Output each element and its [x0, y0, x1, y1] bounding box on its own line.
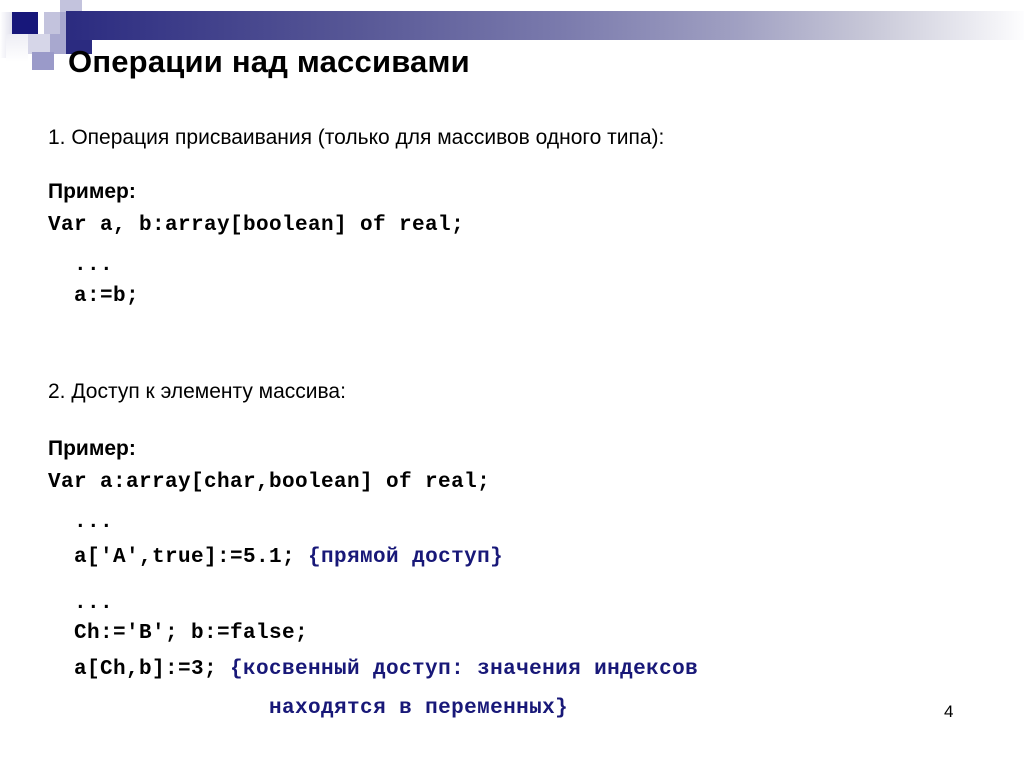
mosaic-square-navy	[12, 12, 38, 34]
section-1-example-label: Пример:	[48, 180, 136, 203]
section-2-comment-direct-access: {прямой доступ}	[308, 546, 504, 569]
section-2-code-line-1: Var a:array[char,boolean] of real;	[48, 471, 491, 494]
page-number: 4	[944, 702, 954, 721]
section-1-code-line-2: ...	[48, 254, 114, 277]
section-1-heading: 1. Операция присваивания (только для мас…	[48, 126, 665, 149]
section-2-code-line-6: a[Ch,b]:=3; {косвенный доступ: значения …	[48, 658, 698, 681]
section-2-code-line-5: Ch:='B'; b:=false;	[48, 622, 309, 645]
section-1-code-line-1: Var a, b:array[boolean] of real;	[48, 214, 465, 237]
section-2-comment-indirect-access-line-2-text: находятся в переменных}	[269, 697, 569, 720]
section-2-heading: 2. Доступ к элементу массива:	[48, 380, 346, 403]
section-2-code-statement-3: a['A',true]:=5.1;	[48, 546, 309, 569]
section-2-code-line-2: ...	[48, 511, 114, 534]
section-2-code-statement-6: a[Ch,b]:=3;	[48, 658, 231, 681]
mosaic-square-fade-lower	[6, 34, 28, 62]
header-gradient-bar	[66, 11, 1024, 40]
section-2-code-line-3: a['A',true]:=5.1; {прямой доступ}	[48, 546, 503, 569]
mosaic-square-mid-pale	[28, 34, 50, 54]
section-2-comment-indirect-access-line-2: находятся в переменных}	[48, 697, 568, 720]
section-2-code-line-4: ...	[48, 592, 114, 615]
section-2-example-label: Пример:	[48, 437, 136, 460]
page-title: Операции над массивами	[68, 44, 470, 79]
section-1-code-line-3: a:=b;	[48, 285, 140, 308]
mosaic-square-low-lavender	[32, 52, 54, 70]
slide-header-band	[0, 0, 1024, 70]
section-2-comment-indirect-access-line-1: {косвенный доступ: значения индексов	[230, 658, 699, 681]
